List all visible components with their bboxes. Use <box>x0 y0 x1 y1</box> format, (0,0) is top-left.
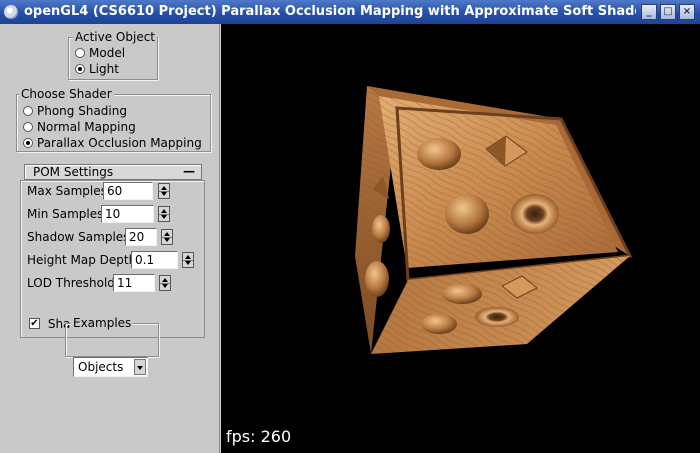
examples-dropdown[interactable]: Objects <box>73 357 148 377</box>
shadow-samples-row: Shadow Samples 20 <box>27 228 187 246</box>
fps-counter: fps: 260 <box>226 427 292 446</box>
min-samples-label: Min Samples <box>27 207 104 221</box>
choose-shader-legend: Choose Shader <box>19 87 114 101</box>
radio-label: Model <box>89 46 126 60</box>
title-bar[interactable]: openGL4 (CS6610 Project) Parallax Occlus… <box>0 0 700 24</box>
active-object-group: Active Object Model Light <box>68 30 158 80</box>
textured-cube-render <box>355 86 633 354</box>
radio-label: Phong Shading <box>37 104 127 118</box>
lod-threshold-spinner[interactable] <box>159 275 171 291</box>
chevron-down-icon[interactable] <box>134 359 146 375</box>
radio-icon[interactable] <box>23 122 33 132</box>
radio-model[interactable]: Model <box>75 46 125 60</box>
torus-dimple <box>511 194 559 234</box>
radio-parallax-occlusion-mapping[interactable]: Parallax Occlusion Mapping <box>23 136 202 150</box>
control-panel: Active Object Model Light Choose Shader … <box>0 24 220 453</box>
min-samples-spinner[interactable] <box>158 206 170 222</box>
minimize-button[interactable]: _ <box>641 4 657 20</box>
radio-phong-shading[interactable]: Phong Shading <box>23 104 127 118</box>
radio-selected-icon[interactable] <box>23 138 33 148</box>
wood-grain-overlay <box>371 256 630 354</box>
app-window: openGL4 (CS6610 Project) Parallax Occlus… <box>0 0 700 453</box>
examples-legend: Examples <box>71 316 134 330</box>
shadows-checkbox[interactable]: ✔ <box>29 318 40 329</box>
close-button[interactable]: × <box>679 4 695 20</box>
radio-icon[interactable] <box>75 48 85 58</box>
radio-selected-icon[interactable] <box>75 64 85 74</box>
shadow-samples-input[interactable]: 20 <box>125 228 157 246</box>
bottom-cone-dimple <box>421 314 457 334</box>
left-cone-dimple <box>372 215 390 243</box>
maximize-button[interactable]: □ <box>660 4 676 20</box>
min-samples-row: Min Samples 10 <box>27 205 187 223</box>
choose-shader-group: Choose Shader Phong Shading Normal Mappi… <box>16 87 211 152</box>
height-map-depth-input[interactable]: 0.1 <box>131 251 178 269</box>
radio-label: Normal Mapping <box>37 120 136 134</box>
shadow-samples-spinner[interactable] <box>161 229 173 245</box>
radio-label: Light <box>89 62 119 76</box>
pom-settings-title: POM Settings <box>33 165 114 179</box>
examples-group: Examples <box>65 316 159 357</box>
max-samples-input[interactable]: 60 <box>103 182 153 200</box>
active-object-legend: Active Object <box>73 30 158 44</box>
opengl-viewport[interactable]: fps: 260 <box>221 24 700 453</box>
bottom-sphere-dimple <box>442 284 482 304</box>
window-title: openGL4 (CS6610 Project) Parallax Occlus… <box>24 4 636 19</box>
lod-threshold-label: LOD Threshold <box>27 276 115 290</box>
examples-selected-value: Objects <box>78 360 124 374</box>
lod-threshold-input[interactable]: 11 <box>113 274 155 292</box>
height-map-depth-spinner[interactable] <box>182 252 194 268</box>
height-map-depth-label: Height Map Depth <box>27 253 137 267</box>
wood-grain-overlay <box>379 96 618 268</box>
cone-dimple <box>417 138 461 170</box>
left-sphere-dimple <box>365 261 389 297</box>
radio-normal-mapping[interactable]: Normal Mapping <box>23 120 136 134</box>
max-samples-label: Max Samples <box>27 184 107 198</box>
max-samples-row: Max Samples 60 <box>27 182 187 200</box>
radio-icon[interactable] <box>23 106 33 116</box>
radio-light[interactable]: Light <box>75 62 119 76</box>
pom-settings-rollout-header[interactable]: POM Settings — <box>24 164 202 180</box>
bottom-torus-dimple <box>475 307 519 327</box>
height-map-depth-row: Height Map Depth 0.1 <box>27 251 197 269</box>
shadow-samples-label: Shadow Samples <box>27 230 130 244</box>
min-samples-input[interactable]: 10 <box>101 205 154 223</box>
max-samples-spinner[interactable] <box>158 183 170 199</box>
lod-threshold-row: LOD Threshold 11 <box>27 274 187 292</box>
window-menu-icon[interactable] <box>4 5 18 19</box>
collapse-icon[interactable]: — <box>183 165 195 178</box>
radio-label: Parallax Occlusion Mapping <box>37 136 202 150</box>
sphere-dimple <box>445 194 489 234</box>
